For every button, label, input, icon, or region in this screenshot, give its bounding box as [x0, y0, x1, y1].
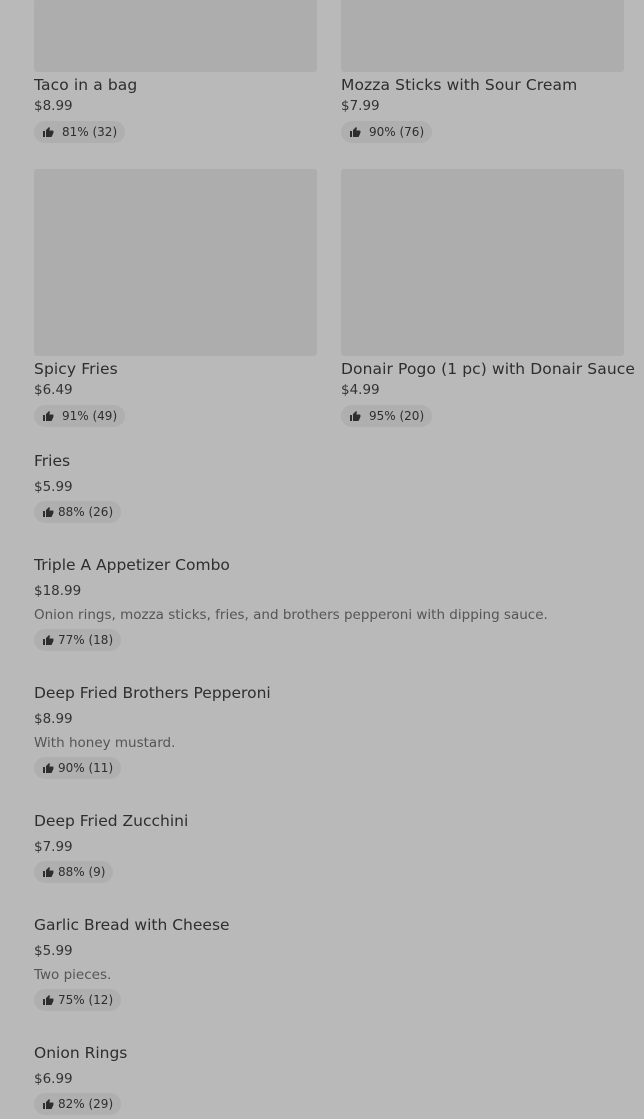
rating-badge: 95% (20) — [341, 405, 433, 427]
rating-text: 90% (76) — [369, 125, 425, 139]
menu-item-title: Triple A Appetizer Combo — [34, 556, 230, 574]
menu-item-price: $5.99 — [34, 479, 73, 495]
rating-text: 82% (29) — [58, 1097, 114, 1111]
menu-item-image[interactable] — [34, 169, 317, 356]
thumbs-up-icon — [43, 635, 54, 645]
menu-item-title: Deep Fried Brothers Pepperoni — [34, 684, 271, 702]
rating-badge: 81% (32) — [34, 121, 126, 143]
menu-page: Taco in a bag $8.99 81% (32) Mozza Stick… — [0, 0, 644, 1119]
thumbs-up-icon — [43, 507, 54, 517]
rating-text: 81% (32) — [62, 125, 118, 139]
rating-text: 91% (49) — [62, 409, 118, 423]
menu-list-item[interactable]: Triple A Appetizer Combo $18.99 Onion ri… — [34, 556, 624, 654]
menu-list-item[interactable]: Onion Rings $6.99 82% (29) — [34, 1044, 624, 1118]
thumbs-up-icon — [43, 763, 54, 773]
menu-item-description: Onion rings, mozza sticks, fries, and br… — [34, 607, 548, 623]
menu-item-price: $7.99 — [341, 98, 380, 114]
rating-badge: 82% (29) — [34, 1093, 122, 1115]
menu-list-item[interactable]: Fries $5.99 88% (26) — [34, 452, 624, 526]
menu-item-title: Mozza Sticks with Sour Cream — [341, 76, 578, 94]
menu-item-title: Garlic Bread with Cheese — [34, 916, 230, 934]
rating-badge: 88% (9) — [34, 861, 114, 883]
rating-text: 75% (12) — [58, 993, 114, 1007]
rating-badge: 90% (76) — [341, 121, 433, 143]
rating-badge: 90% (11) — [34, 757, 122, 779]
menu-item-price: $4.99 — [341, 382, 380, 398]
menu-card[interactable]: Mozza Sticks with Sour Cream $7.99 90% (… — [341, 0, 624, 146]
thumbs-up-icon — [43, 127, 54, 137]
thumbs-up-icon — [350, 127, 361, 137]
thumbs-up-icon — [43, 1099, 54, 1109]
menu-list-item[interactable]: Garlic Bread with Cheese $5.99 Two piece… — [34, 916, 624, 1014]
menu-item-description: Two pieces. — [34, 967, 112, 983]
menu-item-price: $6.49 — [34, 382, 73, 398]
menu-list-item[interactable]: Deep Fried Brothers Pepperoni $8.99 With… — [34, 684, 624, 782]
menu-item-title: Taco in a bag — [34, 76, 138, 94]
rating-text: 90% (11) — [58, 761, 114, 775]
menu-item-title: Spicy Fries — [34, 360, 118, 378]
menu-item-description: With honey mustard. — [34, 735, 176, 751]
thumbs-up-icon — [43, 867, 54, 877]
rating-text: 88% (9) — [58, 865, 106, 879]
rating-badge: 88% (26) — [34, 501, 122, 523]
rating-badge: 91% (49) — [34, 405, 126, 427]
rating-badge: 75% (12) — [34, 989, 122, 1011]
menu-card[interactable]: Donair Pogo (1 pc) with Donair Sauce $4.… — [341, 169, 635, 429]
rating-text: 77% (18) — [58, 633, 114, 647]
menu-item-title: Deep Fried Zucchini — [34, 812, 189, 830]
rating-text: 88% (26) — [58, 505, 114, 519]
menu-item-image[interactable] — [341, 169, 624, 356]
thumbs-up-icon — [350, 411, 361, 421]
menu-list-item[interactable]: Deep Fried Zucchini $7.99 88% (9) — [34, 812, 624, 886]
rating-text: 95% (20) — [369, 409, 425, 423]
menu-item-title: Onion Rings — [34, 1044, 128, 1062]
menu-item-price: $7.99 — [34, 839, 73, 855]
menu-item-image[interactable] — [341, 0, 624, 72]
menu-item-price: $5.99 — [34, 943, 73, 959]
menu-item-price: $6.99 — [34, 1071, 73, 1087]
thumbs-up-icon — [43, 995, 54, 1005]
menu-item-price: $8.99 — [34, 98, 73, 114]
menu-item-price: $8.99 — [34, 711, 73, 727]
menu-item-price: $18.99 — [34, 583, 82, 599]
menu-item-image[interactable] — [34, 0, 317, 72]
menu-card[interactable]: Taco in a bag $8.99 81% (32) — [34, 0, 317, 146]
menu-card[interactable]: Spicy Fries $6.49 91% (49) — [34, 169, 317, 429]
rating-badge: 77% (18) — [34, 629, 122, 651]
menu-item-title: Donair Pogo (1 pc) with Donair Sauce — [341, 360, 636, 378]
thumbs-up-icon — [43, 411, 54, 421]
menu-item-title: Fries — [34, 452, 71, 470]
